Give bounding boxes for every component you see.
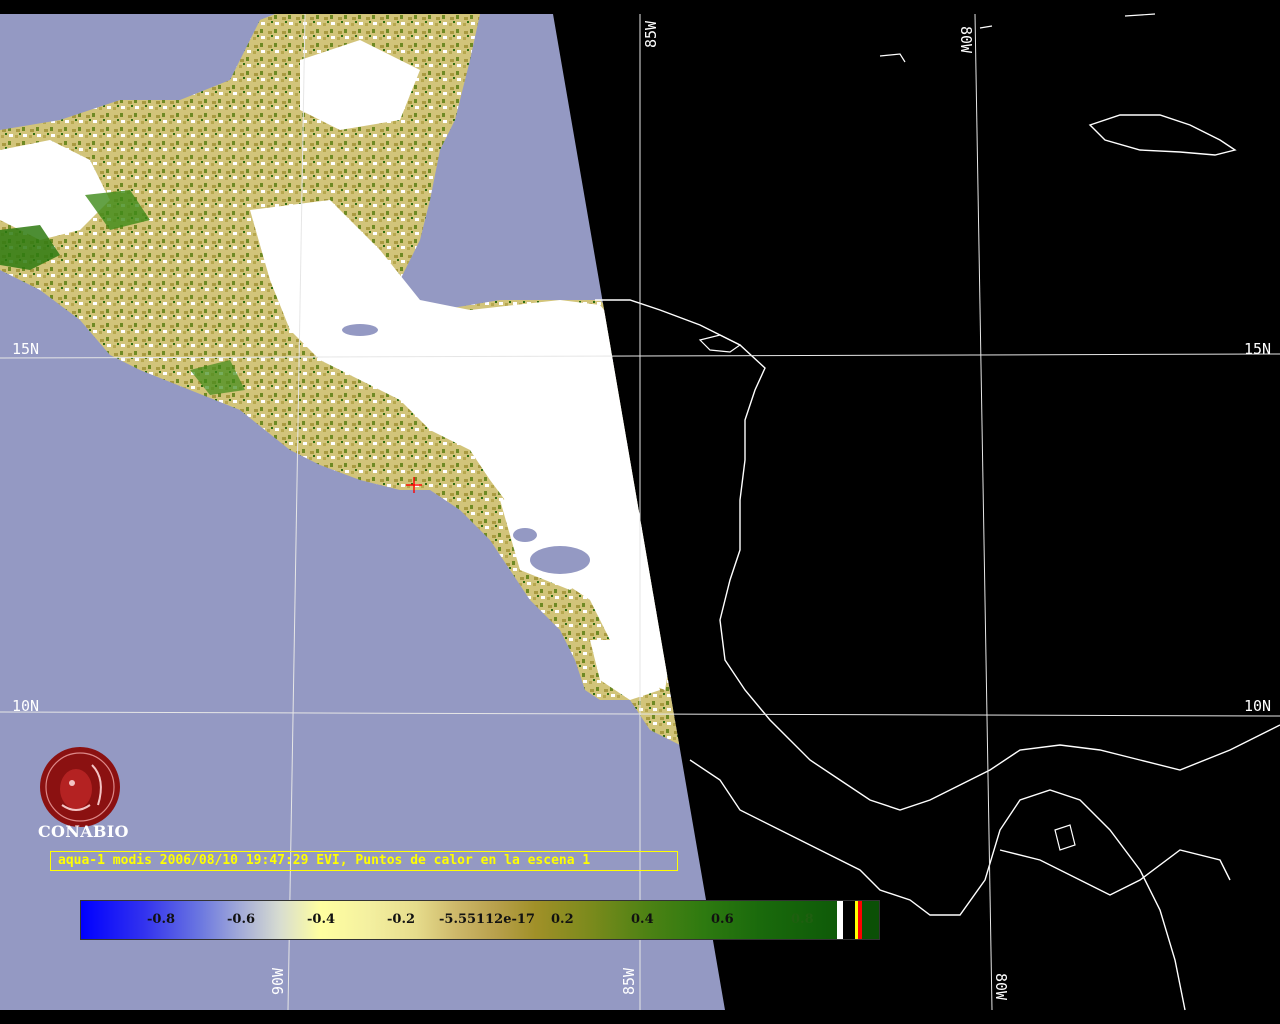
colorbar-tick-label: -0.2 xyxy=(387,912,416,927)
colorbar-tick-label: -0.8 xyxy=(147,912,176,927)
island-coast-north xyxy=(1124,13,1156,17)
colorbar-tick-label: 0.8 xyxy=(791,912,814,927)
label-lon-80-top: 80W xyxy=(957,26,975,54)
label-lat-15-east: 15N xyxy=(1244,340,1271,358)
label-lon-80-bottom: 80W xyxy=(992,973,1010,1001)
colorbar-green-stripe xyxy=(862,901,879,939)
lake-managua xyxy=(513,528,537,542)
evi-colorbar: -0.8 -0.6 -0.4 -0.2 -5.55112e-17 0.2 0.4… xyxy=(80,900,880,940)
colorbar-tick-label: -0.4 xyxy=(307,912,336,927)
label-lat-10-east: 10N xyxy=(1244,697,1271,715)
colorbar-black-stripe xyxy=(843,901,855,939)
coastline-pacific xyxy=(689,759,1186,1011)
label-lat-10-west: 10N xyxy=(12,697,39,715)
colorbar-tick-label: 0.2 xyxy=(551,912,574,927)
colorbar-tick-label: 0.6 xyxy=(711,912,734,927)
colorbar-tick-label: 0.4 xyxy=(631,912,654,927)
island-jamaica xyxy=(1088,114,1237,156)
lake-nicaragua xyxy=(530,546,590,574)
colorbar-tick-label: -0.6 xyxy=(227,912,256,927)
islands-panama-gulf xyxy=(1054,824,1076,851)
coastline-caribbean xyxy=(595,299,1280,811)
island-small-1 xyxy=(879,53,906,63)
colorbar-tick-label: -5.55112e-17 xyxy=(439,912,535,927)
label-lat-15-west: 15N xyxy=(12,340,39,358)
gridline-lon-80 xyxy=(974,13,993,1011)
island-gulf-honduras xyxy=(698,334,742,353)
label-lon-85-bottom: 85W xyxy=(620,967,638,995)
satellite-map: 15N 15N 10N 10N 85W 80W 90W 85W 80W CONA… xyxy=(0,0,1280,1024)
image-caption: aqua-1 modis 2006/08/10 19:47:29 EVI, Pu… xyxy=(50,851,678,871)
label-lon-90-bottom: 90W xyxy=(269,967,287,995)
label-lon-85-top: 85W xyxy=(642,20,660,48)
island-small-2 xyxy=(979,25,993,29)
coastline-panama-north xyxy=(999,849,1231,896)
lake-izabal xyxy=(342,324,378,336)
conabio-logo-text: CONABIO xyxy=(38,822,129,841)
